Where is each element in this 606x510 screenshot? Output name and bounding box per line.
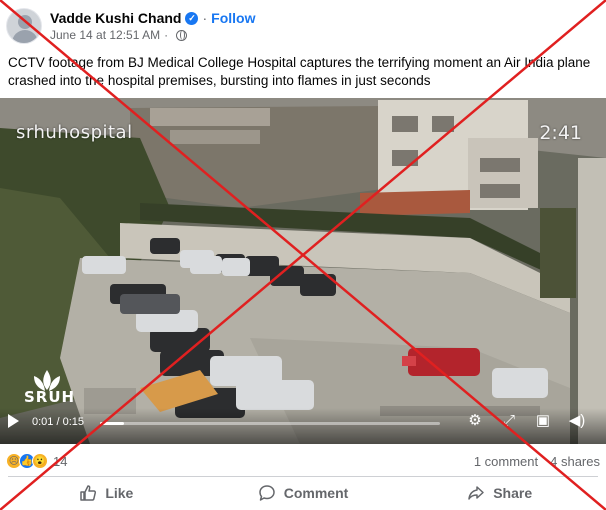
- video-overlay-time: 2:41: [539, 122, 582, 144]
- author-name[interactable]: Vadde Kushi Chand: [50, 9, 181, 27]
- video-progress-bar[interactable]: [100, 422, 440, 425]
- comment-label: Comment: [283, 485, 349, 501]
- divider: [8, 476, 598, 477]
- like-icon: [80, 485, 97, 501]
- separator-dot: ·: [202, 10, 208, 26]
- share-icon: [468, 486, 484, 500]
- video-time: 0:01 / 0:15: [32, 416, 84, 428]
- avatar[interactable]: [6, 8, 42, 44]
- share-count[interactable]: 4 shares: [550, 454, 600, 469]
- share-button[interactable]: Share: [401, 480, 598, 506]
- follow-button[interactable]: Follow: [211, 9, 255, 27]
- post-timestamp[interactable]: June 14 at 12:51 AM: [50, 27, 160, 43]
- comment-button[interactable]: Comment: [205, 480, 402, 506]
- verified-badge-icon: ✓: [185, 11, 199, 25]
- wow-reaction-icon[interactable]: 😮: [32, 453, 48, 469]
- facebook-post-card: Vadde Kushi Chand ✓ · Follow June 14 at …: [0, 0, 606, 510]
- pip-icon[interactable]: ▣: [534, 412, 552, 430]
- header-info: Vadde Kushi Chand ✓ · Follow June 14 at …: [50, 9, 255, 43]
- logo-text: SRUH: [24, 388, 76, 406]
- video-player[interactable]: srhuhospital 2:41 SRUH 0:01 / 0:15 ⚙ ⤢ ▣…: [0, 98, 606, 444]
- post-header: Vadde Kushi Chand ✓ · Follow June 14 at …: [6, 6, 255, 46]
- share-label: Share: [493, 485, 533, 501]
- fullscreen-icon[interactable]: ⤢: [500, 412, 518, 430]
- engagement-bar: ☹ 👍 😮 14 1 comment 4 shares: [6, 451, 600, 471]
- comment-icon: [258, 485, 275, 501]
- settings-icon[interactable]: ⚙: [466, 412, 484, 430]
- post-caption: CCTV footage from BJ Medical College Hos…: [8, 55, 591, 88]
- separator-dot: ·: [164, 28, 169, 42]
- video-frame: [0, 98, 606, 444]
- volume-icon[interactable]: ◀): [568, 412, 586, 430]
- post-actions: Like Comment Share: [8, 480, 598, 506]
- play-icon[interactable]: [8, 414, 19, 428]
- globe-icon[interactable]: [176, 29, 188, 41]
- video-watermark: srhuhospital: [16, 122, 133, 143]
- reaction-count[interactable]: 14: [53, 454, 67, 469]
- like-button[interactable]: Like: [8, 480, 205, 506]
- comment-count[interactable]: 1 comment: [474, 454, 538, 469]
- video-progress-fill: [100, 422, 124, 425]
- like-label: Like: [105, 485, 134, 501]
